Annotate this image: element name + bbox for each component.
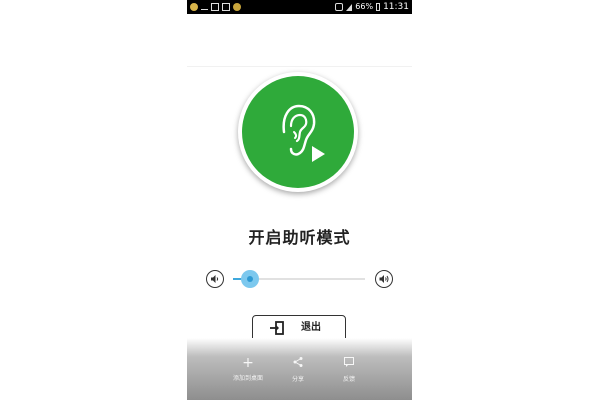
status-system: 66% 11:31 xyxy=(335,0,409,14)
exit-icon xyxy=(270,321,284,335)
bottom-nav: + 添加到桌面 分享 反馈 xyxy=(187,338,412,400)
clock: 11:31 xyxy=(383,2,409,12)
app-screen: 66% 11:31 开启助听模式 退出 + 添加到桌面 分享 反馈 xyxy=(187,0,412,400)
hearing-aid-circle xyxy=(242,76,354,188)
divider xyxy=(187,66,412,67)
feedback-label: 反馈 xyxy=(342,376,355,383)
hearing-aid-button[interactable] xyxy=(238,72,358,192)
notification-icon xyxy=(190,3,198,11)
speaker-low-icon xyxy=(211,275,219,283)
battery-percent: 66% xyxy=(355,2,374,11)
missed-call-icon xyxy=(201,5,208,10)
signal-icon xyxy=(346,3,353,11)
volume-down-button[interactable] xyxy=(206,270,224,288)
exit-label: 退出 xyxy=(301,322,321,333)
image-icon xyxy=(211,3,219,11)
feedback-button[interactable]: 反馈 xyxy=(319,356,379,383)
battery-icon xyxy=(376,3,381,11)
volume-thumb[interactable] xyxy=(241,270,259,288)
mode-title: 开启助听模式 xyxy=(248,228,351,247)
status-notifications xyxy=(190,0,241,14)
app-notification-icon xyxy=(233,3,241,11)
status-bar: 66% 11:31 xyxy=(187,0,412,14)
alarm-icon xyxy=(335,3,344,11)
ear-play-icon xyxy=(282,104,325,162)
share-label: 分享 xyxy=(291,376,304,383)
feedback-icon xyxy=(319,356,379,371)
volume-up-button[interactable] xyxy=(375,270,393,288)
speaker-high-icon xyxy=(379,275,389,283)
download-icon xyxy=(222,3,230,11)
add-to-desktop-label: 添加到桌面 xyxy=(232,375,263,382)
